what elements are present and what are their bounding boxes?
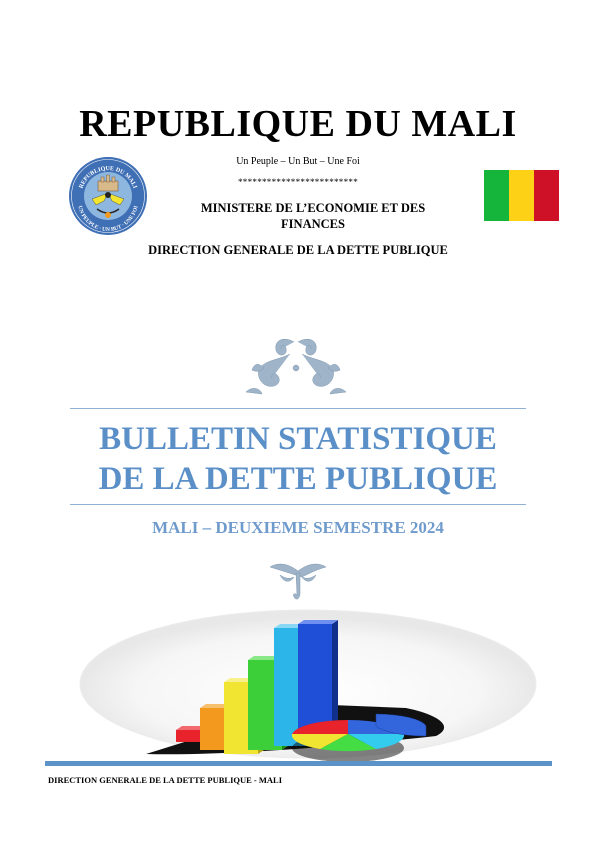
bulletin-title-line1: BULLETIN STATISTIQUE	[99, 421, 497, 457]
top-rule	[70, 408, 526, 409]
bottom-rule	[70, 504, 526, 505]
mali-coat-of-arms-icon: REPUBLIQUE DU MALI UN PEUPLE · UN BUT · …	[69, 157, 147, 235]
bulletin-title-line2: DE LA DETTE PUBLIQUE	[98, 461, 498, 497]
flag-stripe-yellow	[509, 170, 534, 221]
flag-stripe-red	[534, 170, 559, 221]
footer-text: DIRECTION GENERALE DE LA DETTE PUBLIQUE …	[48, 775, 283, 785]
bar-and-pie-chart-illustration-icon	[79, 609, 537, 762]
floral-drop-ornament-icon	[269, 563, 327, 600]
direction-name: DIRECTION GENERALE DE LA DETTE PUBLIQUE	[148, 243, 448, 257]
footer-divider	[45, 761, 552, 766]
page-title: REPUBLIQUE DU MALI	[79, 103, 517, 145]
bulletin-subtitle: MALI – DEUXIEME SEMESTRE 2024	[152, 518, 444, 537]
bulletin-title: BULLETIN STATISTIQUE DE LA DETTE PUBLIQU…	[40, 419, 556, 499]
national-motto: Un Peuple – Un But – Une Foi	[236, 156, 360, 167]
floral-ornament-icon	[245, 339, 347, 395]
flag-stripe-green	[484, 170, 509, 221]
mali-flag-icon	[484, 170, 559, 221]
bar-6	[298, 620, 338, 736]
ministry-name: MINISTERE DE L’ECONOMIE ET DES FINANCES	[200, 201, 426, 231]
separator-stars: *************************	[238, 177, 358, 187]
